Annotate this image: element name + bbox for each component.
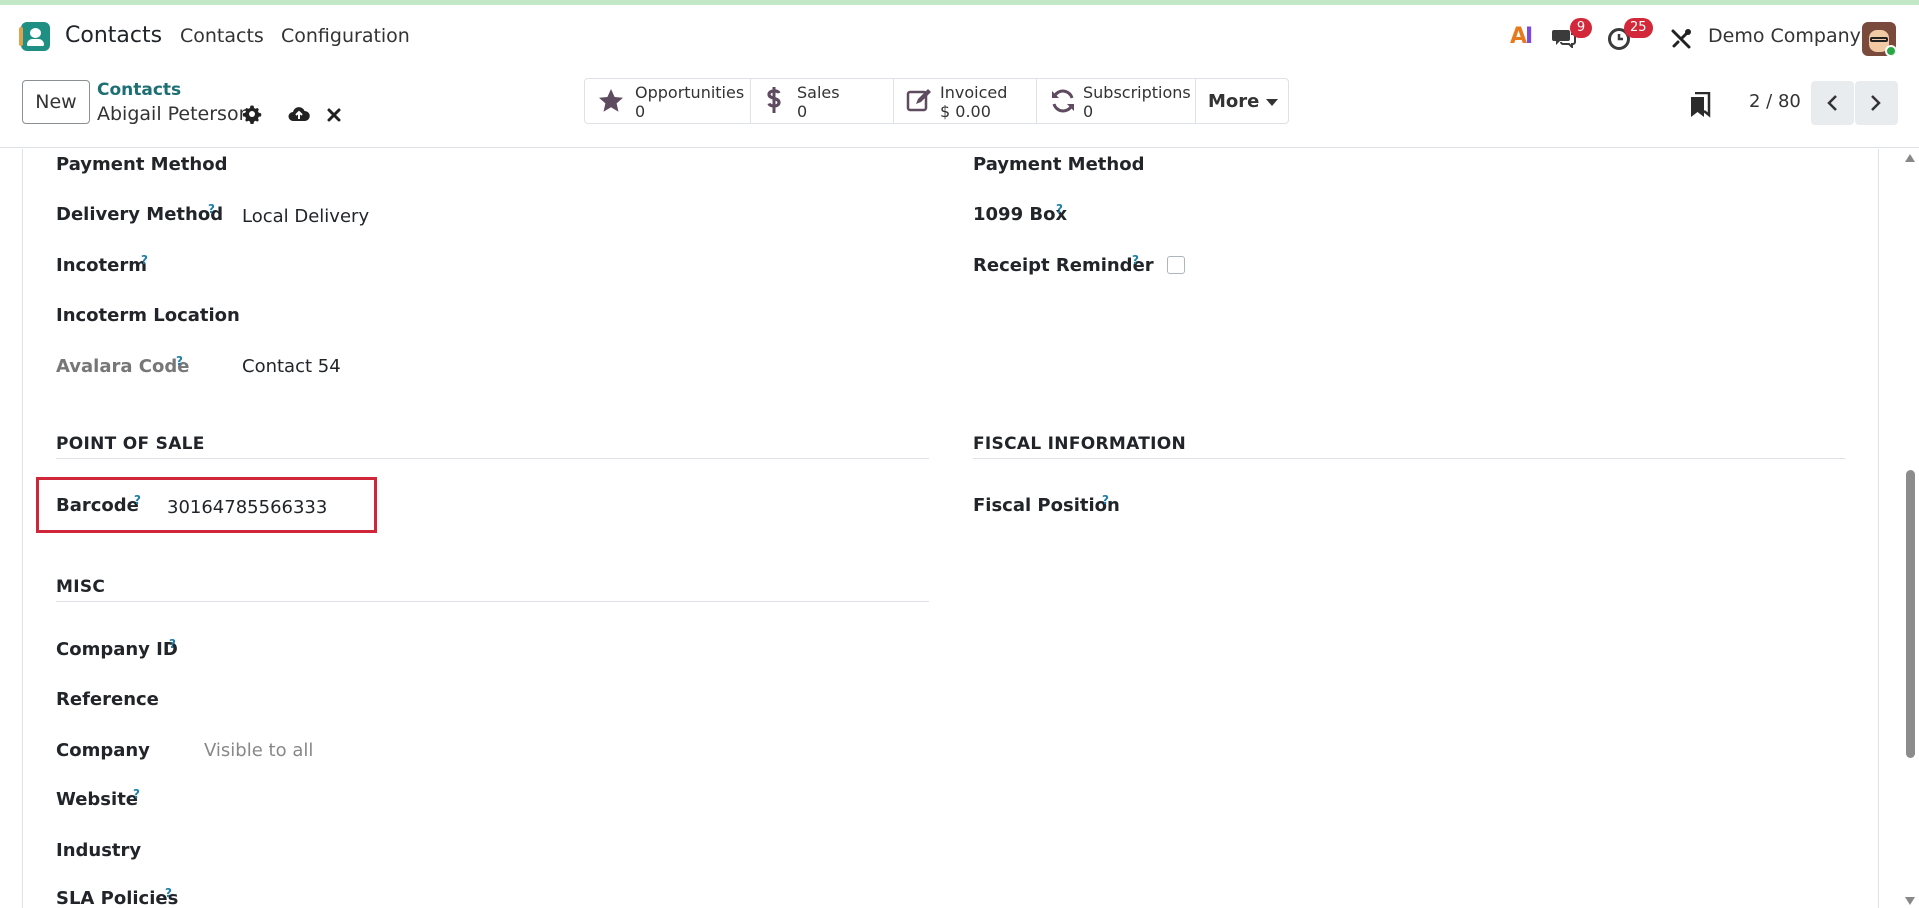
receipt-reminder-checkbox[interactable] <box>1167 256 1185 274</box>
subscriptions-count: 0 <box>1083 102 1094 121</box>
online-status-dot <box>1885 45 1896 56</box>
fiscal-information-section-title: FISCAL INFORMATION <box>973 434 1187 454</box>
breadcrumb-contacts-link[interactable]: Contacts <box>97 80 181 100</box>
scroll-up-arrow-icon[interactable] <box>1905 154 1915 162</box>
avalara-code-help-icon[interactable]: ? <box>176 354 183 368</box>
main-navbar: Contacts Contacts Configuration AI 9 25 … <box>0 5 1919 67</box>
scroll-down-arrow-icon[interactable] <box>1905 897 1915 905</box>
opportunities-label: Opportunities <box>635 83 745 102</box>
discard-close-icon[interactable] <box>326 107 342 123</box>
misc-separator <box>56 601 929 602</box>
contacts-app-icon[interactable] <box>19 22 50 51</box>
menu-item-contacts[interactable]: Contacts <box>180 25 264 47</box>
debug-tools-icon[interactable] <box>1670 28 1692 50</box>
incoterm-location-label: Incoterm Location <box>56 305 240 326</box>
subscriptions-label: Subscriptions <box>1083 83 1191 102</box>
reference-label: Reference <box>56 689 159 710</box>
vendor-payment-method-label: Payment Method <box>973 154 1145 175</box>
website-label: Website <box>56 789 139 810</box>
caret-down-icon <box>1266 99 1278 106</box>
edit-icon <box>906 89 931 112</box>
fiscal-information-separator <box>973 458 1845 459</box>
fiscal-position-label: Fiscal Position <box>973 495 1120 516</box>
control-panel: New Contacts Abigail Peterson Opportunit… <box>0 67 1919 148</box>
refresh-icon <box>1052 89 1074 113</box>
company-field[interactable]: Visible to all <box>204 740 313 761</box>
company-id-help-icon[interactable]: ? <box>169 637 176 651</box>
pager-value[interactable]: 2 / 80 <box>1749 91 1801 112</box>
receipt-reminder-label: Receipt Reminder <box>973 255 1154 276</box>
menu-item-configuration[interactable]: Configuration <box>281 25 410 47</box>
chevron-left-icon <box>1827 95 1837 111</box>
box-1099-help-icon[interactable]: ? <box>1056 202 1063 216</box>
breadcrumb-record-name: Abigail Peterson <box>97 103 251 125</box>
company-id-label: Company ID <box>56 639 178 660</box>
box-1099-label: 1099 Box <box>973 204 1068 225</box>
payment-method-label: Payment Method <box>56 154 228 175</box>
invoiced-label: Invoiced <box>940 83 1008 102</box>
app-name[interactable]: Contacts <box>65 23 162 48</box>
industry-label: Industry <box>56 840 142 861</box>
delivery-method-help-icon[interactable]: ? <box>208 202 215 216</box>
pager-previous-button[interactable] <box>1811 81 1854 125</box>
new-record-button[interactable]: New <box>22 80 90 124</box>
save-cloud-icon[interactable] <box>288 104 310 124</box>
incoterm-help-icon[interactable]: ? <box>141 253 148 267</box>
bookmarks-icon[interactable] <box>1689 92 1711 118</box>
avalara-code-field[interactable]: Contact 54 <box>242 356 341 377</box>
avalara-code-label: Avalara Code <box>56 356 190 377</box>
point-of-sale-section-title: POINT OF SALE <box>56 434 205 454</box>
opportunities-count: 0 <box>635 102 646 121</box>
company-switcher[interactable]: Demo Company <box>1708 25 1861 47</box>
gear-icon[interactable] <box>242 104 262 124</box>
barcode-highlight-box <box>36 477 377 533</box>
sales-label: Sales <box>797 83 840 102</box>
scrollbar-thumb[interactable] <box>1906 470 1915 758</box>
dollar-icon <box>767 87 781 113</box>
sla-policies-label: SLA Policies <box>56 888 179 908</box>
company-label: Company <box>56 740 150 761</box>
receipt-reminder-help-icon[interactable]: ? <box>1132 253 1139 267</box>
subscriptions-smart-button[interactable]: Subscriptions 0 <box>1037 79 1196 123</box>
activities-count-badge: 25 <box>1624 18 1653 38</box>
opportunities-smart-button[interactable]: Opportunities 0 <box>585 79 751 123</box>
chevron-right-icon <box>1871 95 1881 111</box>
incoterm-label: Incoterm <box>56 255 147 276</box>
delivery-method-label: Delivery Method <box>56 204 224 225</box>
invoiced-amount: $ 0.00 <box>940 102 991 121</box>
invoiced-smart-button[interactable]: Invoiced $ 0.00 <box>894 79 1037 123</box>
point-of-sale-separator <box>56 458 929 459</box>
more-smart-buttons-dropdown[interactable]: More <box>1196 79 1288 123</box>
sla-policies-help-icon[interactable]: ? <box>165 886 172 900</box>
sales-smart-button[interactable]: Sales 0 <box>751 79 894 123</box>
more-label: More <box>1208 91 1260 112</box>
user-avatar[interactable] <box>1862 22 1896 56</box>
star-icon <box>599 89 623 112</box>
website-help-icon[interactable]: ? <box>133 787 140 801</box>
sales-count: 0 <box>797 102 808 121</box>
ai-icon[interactable]: AI <box>1510 24 1533 49</box>
messages-count-badge: 9 <box>1570 18 1592 38</box>
fiscal-position-help-icon[interactable]: ? <box>1102 493 1109 507</box>
pager-next-button[interactable] <box>1855 81 1898 125</box>
smart-buttons-bar: Opportunities 0 Sales 0 Invoiced $ 0.00 <box>584 78 1289 124</box>
delivery-method-field[interactable]: Local Delivery <box>242 206 369 227</box>
misc-section-title: MISC <box>56 577 106 597</box>
